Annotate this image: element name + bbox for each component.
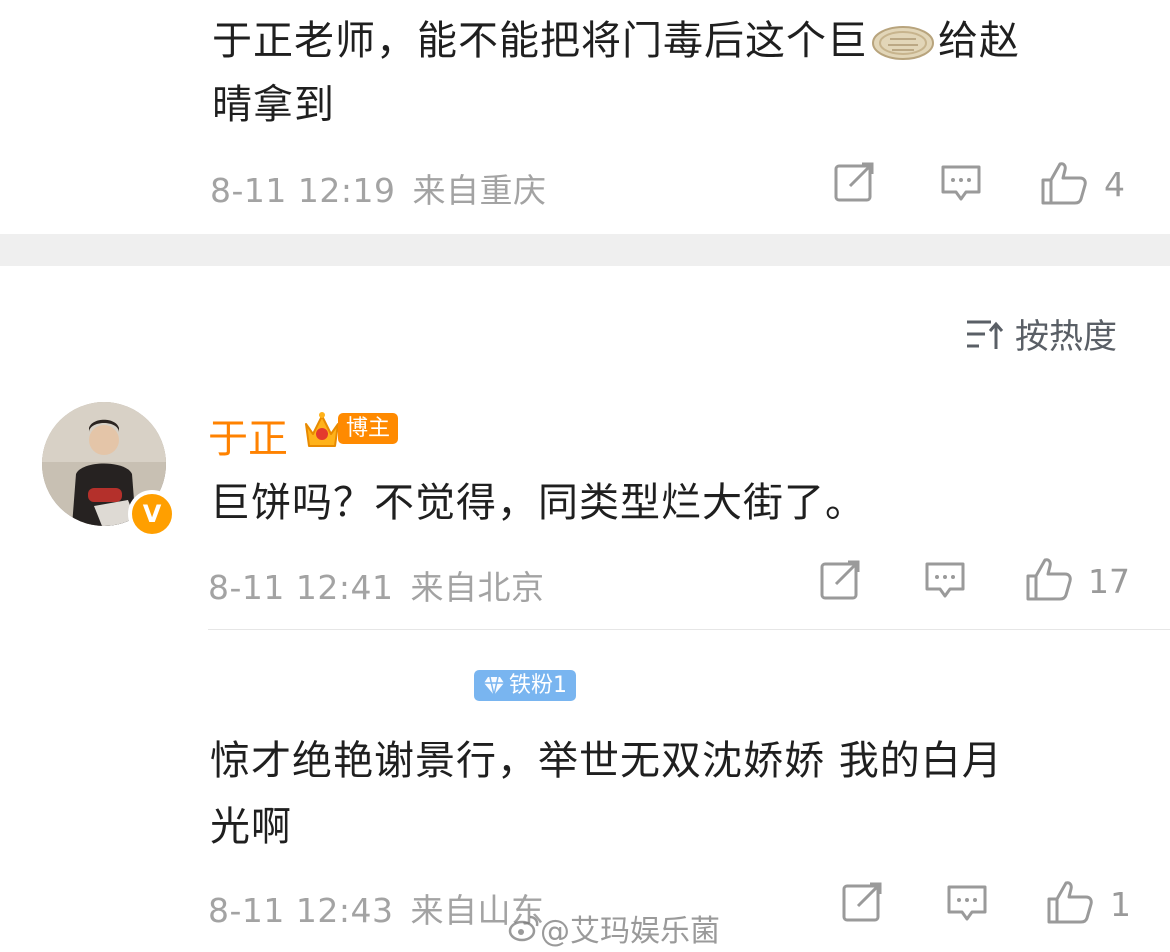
- watermark-text: @艾玛娱乐菌: [540, 914, 720, 949]
- timestamp: 8-11 12:43: [208, 891, 394, 930]
- comment-3-meta: 8-11 12:43 来自山东: [208, 884, 545, 932]
- comment-icon[interactable]: [924, 561, 966, 601]
- comment-divider: [208, 629, 1170, 630]
- comment-text-line: 于正老师，能不能把将门毒后这个巨: [212, 18, 868, 64]
- timestamp: 8-11 12:41: [208, 568, 394, 607]
- blogger-badge: 博主: [302, 408, 399, 450]
- comment-1-text: 于正老师，能不能把将门毒后这个巨 给赵: [212, 12, 1020, 70]
- like-icon[interactable]: [1046, 879, 1094, 925]
- comment-text-line: 晴拿到: [212, 82, 335, 128]
- section-divider: [0, 234, 1170, 266]
- blogger-badge-label: 博主: [338, 413, 399, 444]
- sort-button[interactable]: 按热度: [965, 309, 1117, 358]
- author-name[interactable]: 于正: [208, 406, 288, 464]
- location: 来自北京: [410, 568, 545, 607]
- verified-v-icon: V: [128, 490, 176, 538]
- repost-icon[interactable]: [842, 882, 884, 922]
- like-count: 4: [1104, 165, 1125, 204]
- like-icon[interactable]: [1025, 556, 1073, 602]
- comment-1-meta: 8-11 12:19 来自重庆: [210, 164, 547, 212]
- comment-2-meta: 8-11 12:41 来自北京: [208, 561, 545, 609]
- fan-badge-label: 铁粉1: [509, 673, 567, 698]
- comment-text-line: 给赵: [938, 18, 1020, 64]
- comment-icon[interactable]: [940, 164, 982, 204]
- weibo-logo-icon: [508, 914, 540, 942]
- sort-icon: [965, 317, 1005, 351]
- fan-badge: 铁粉1: [474, 670, 576, 701]
- comment-icon[interactable]: [946, 884, 988, 924]
- pie-emoji-icon: [870, 23, 936, 63]
- like-count: 1: [1110, 885, 1131, 924]
- diamond-icon: [483, 676, 505, 696]
- repost-icon[interactable]: [820, 560, 862, 600]
- like-icon[interactable]: [1040, 160, 1088, 206]
- comment-text-line: 巨饼吗？不觉得，同类型烂大街了。: [210, 480, 866, 526]
- location: 来自重庆: [412, 171, 547, 210]
- comment-text-line: 惊才绝艳谢景行，举世无双沈娇娇 我的白月: [210, 738, 1003, 784]
- watermark: @艾玛娱乐菌: [508, 906, 720, 950]
- repost-icon[interactable]: [834, 162, 876, 202]
- comment-text-line: 光啊: [210, 804, 292, 850]
- like-count: 17: [1088, 562, 1130, 601]
- sort-label: 按热度: [1015, 317, 1117, 357]
- timestamp: 8-11 12:19: [210, 171, 396, 210]
- crown-icon: [302, 408, 342, 450]
